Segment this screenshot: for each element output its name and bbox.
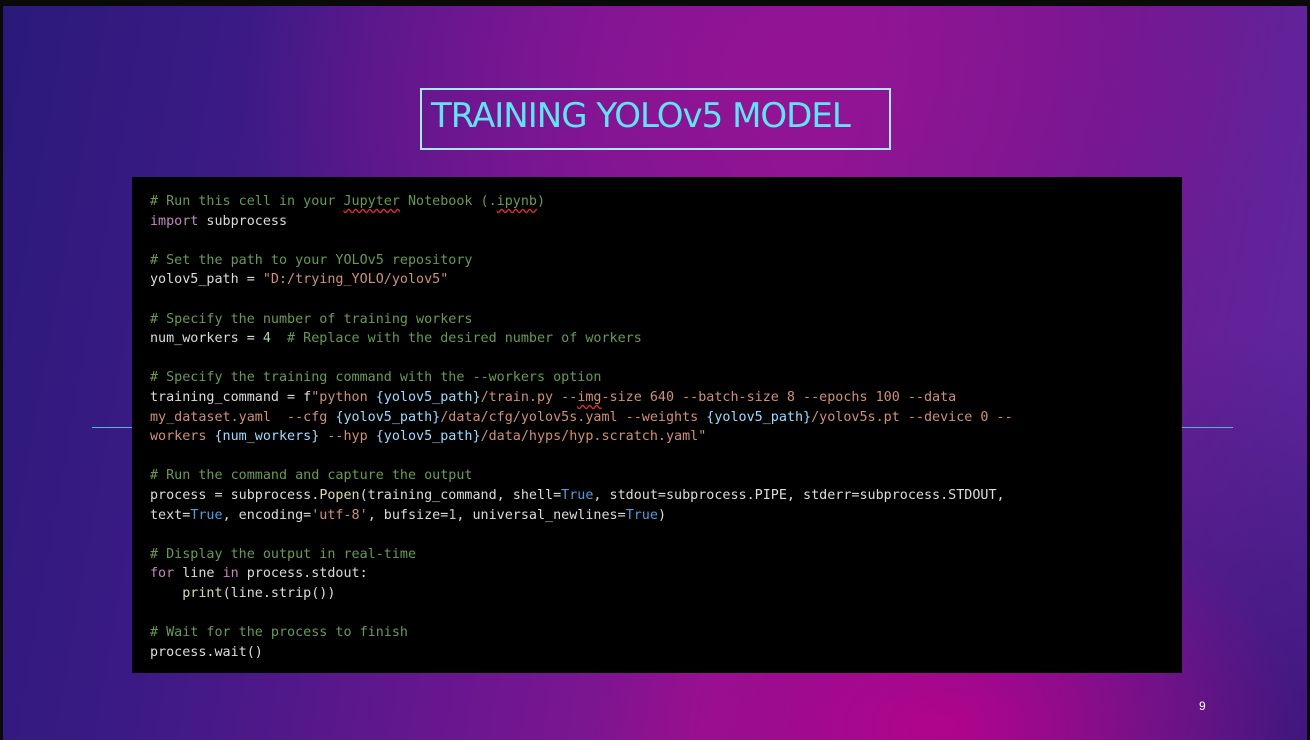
code-block: # Run this cell in your Jupyter Notebook…: [132, 177, 1182, 673]
code-text-span: (line.strip()): [222, 585, 336, 601]
code-string: 'utf-8': [311, 507, 368, 523]
code-line-5: yolov5_path = "D:/trying_YOLO/yolov5": [150, 270, 1013, 290]
code-string: "D:/trying_YOLO/yolov5": [262, 272, 449, 288]
code-line-21: print(line.strip()): [150, 584, 1013, 604]
code-line-8: num_workers = 4 # Replace with the desir…: [150, 329, 1013, 349]
code-text: # Run this cell in your Jupyter Notebook…: [150, 192, 1013, 662]
code-line-17: text=True, encoding='utf-8', bufsize=1, …: [150, 506, 1013, 526]
code-constant: True: [190, 507, 223, 523]
code-line-10: # Specify the training command with the …: [150, 368, 1013, 388]
code-string: my_dataset.yaml --cfg: [150, 409, 336, 425]
spellcheck-word-img: img: [577, 389, 602, 405]
code-line-16: process = subprocess.Popen(training_comm…: [150, 486, 1013, 506]
code-interpolation: {yolov5_path}: [706, 409, 812, 425]
code-text-span: , bufsize=: [367, 507, 449, 523]
code-comment: ): [536, 194, 546, 209]
code-text-span: text=: [150, 507, 191, 523]
code-comment: # Replace with the desired number of wor…: [270, 331, 642, 347]
code-comment: # Run this cell in your: [150, 194, 344, 209]
code-line-4: # Set the path to your YOLOv5 repository: [150, 251, 1013, 271]
code-keyword: for: [150, 566, 175, 582]
code-line-12: my_dataset.yaml --cfg {yolov5_path}/data…: [150, 408, 1013, 428]
slide-page-number: 9: [1199, 699, 1206, 713]
code-comment: # Set the path to your YOLOv5 repository: [150, 252, 473, 268]
code-string: "python: [311, 389, 376, 405]
code-text-span: process.wait(): [150, 644, 263, 660]
slide-title: TRAINING YOLOv5 MODEL: [431, 96, 851, 136]
code-text-span: process.stdout:: [238, 566, 368, 582]
spellcheck-word-ipynb: ipynb: [496, 194, 537, 209]
code-line-24: process.wait(): [150, 643, 1013, 663]
code-text-span: yolov5_path =: [150, 272, 263, 288]
code-text-span: num_workers =: [150, 331, 263, 347]
code-text-span: process = subprocess.: [150, 487, 320, 503]
code-constant: True: [561, 487, 594, 503]
code-number: 4: [262, 331, 271, 347]
code-comment: # Run the command and capture the output: [150, 468, 473, 484]
code-string: -size 640 --batch-size 8 --epochs 100 --…: [601, 389, 957, 405]
code-interpolation: {yolov5_path}: [375, 429, 481, 445]
code-comment: # Specify the number of training workers: [150, 311, 473, 327]
code-string: /train.py --: [480, 389, 578, 405]
code-string: workers: [150, 429, 215, 445]
code-text-span: (training_command, shell=: [359, 487, 562, 503]
code-string: /data/hyps/hyp.scratch.yaml": [480, 429, 707, 445]
code-keyword: import: [150, 213, 199, 229]
code-text-span: line: [174, 566, 223, 582]
code-string: /data/cfg/yolov5s.yaml --weights: [440, 409, 707, 425]
code-line-19: # Display the output in real-time: [150, 545, 1013, 565]
code-interpolation: {yolov5_path}: [375, 389, 481, 405]
code-line-15: # Run the command and capture the output: [150, 466, 1013, 486]
code-text-span: subprocess: [198, 213, 288, 229]
code-line-11: training_command = f"python {yolov5_path…: [150, 388, 1013, 408]
code-text-span: , stdout=subprocess.PIPE, stderr=subproc…: [593, 487, 1005, 503]
code-line-7: # Specify the number of training workers: [150, 310, 1013, 330]
decorative-rule-left: [92, 427, 137, 428]
code-text-span: training_command = f: [150, 389, 312, 405]
code-text-span: ): [657, 507, 666, 523]
title-box: TRAINING YOLOv5 MODEL: [420, 88, 891, 150]
code-line-13: workers {num_workers} --hyp {yolov5_path…: [150, 427, 1013, 447]
code-interpolation: {num_workers}: [214, 429, 320, 445]
code-string: --hyp: [319, 429, 376, 445]
code-comment: # Wait for the process to finish: [150, 625, 408, 641]
code-constant: True: [625, 507, 658, 523]
code-comment: Notebook (.: [399, 194, 497, 209]
code-text-span: , universal_newlines=: [456, 507, 626, 523]
code-comment: # Specify the training command with the …: [150, 370, 602, 386]
code-keyword: in: [222, 566, 239, 582]
code-string: /yolov5s.pt --device 0 --: [811, 409, 1013, 425]
code-function: Popen: [319, 487, 360, 503]
presentation-slide: TRAINING YOLOv5 MODEL # Run this cell in…: [3, 6, 1307, 740]
code-comment: # Display the output in real-time: [150, 546, 417, 562]
code-line-1: # Run this cell in your Jupyter Notebook…: [150, 192, 1013, 212]
decorative-rule-right: [1181, 427, 1233, 428]
code-interpolation: {yolov5_path}: [335, 409, 441, 425]
code-text-span: , encoding=: [222, 507, 312, 523]
code-line-23: # Wait for the process to finish: [150, 623, 1013, 643]
code-line-2: import subprocess: [150, 212, 1013, 232]
code-line-20: for line in process.stdout:: [150, 564, 1013, 584]
code-function: print: [182, 585, 223, 601]
spellcheck-word-jupyter: Jupyter: [343, 194, 400, 209]
